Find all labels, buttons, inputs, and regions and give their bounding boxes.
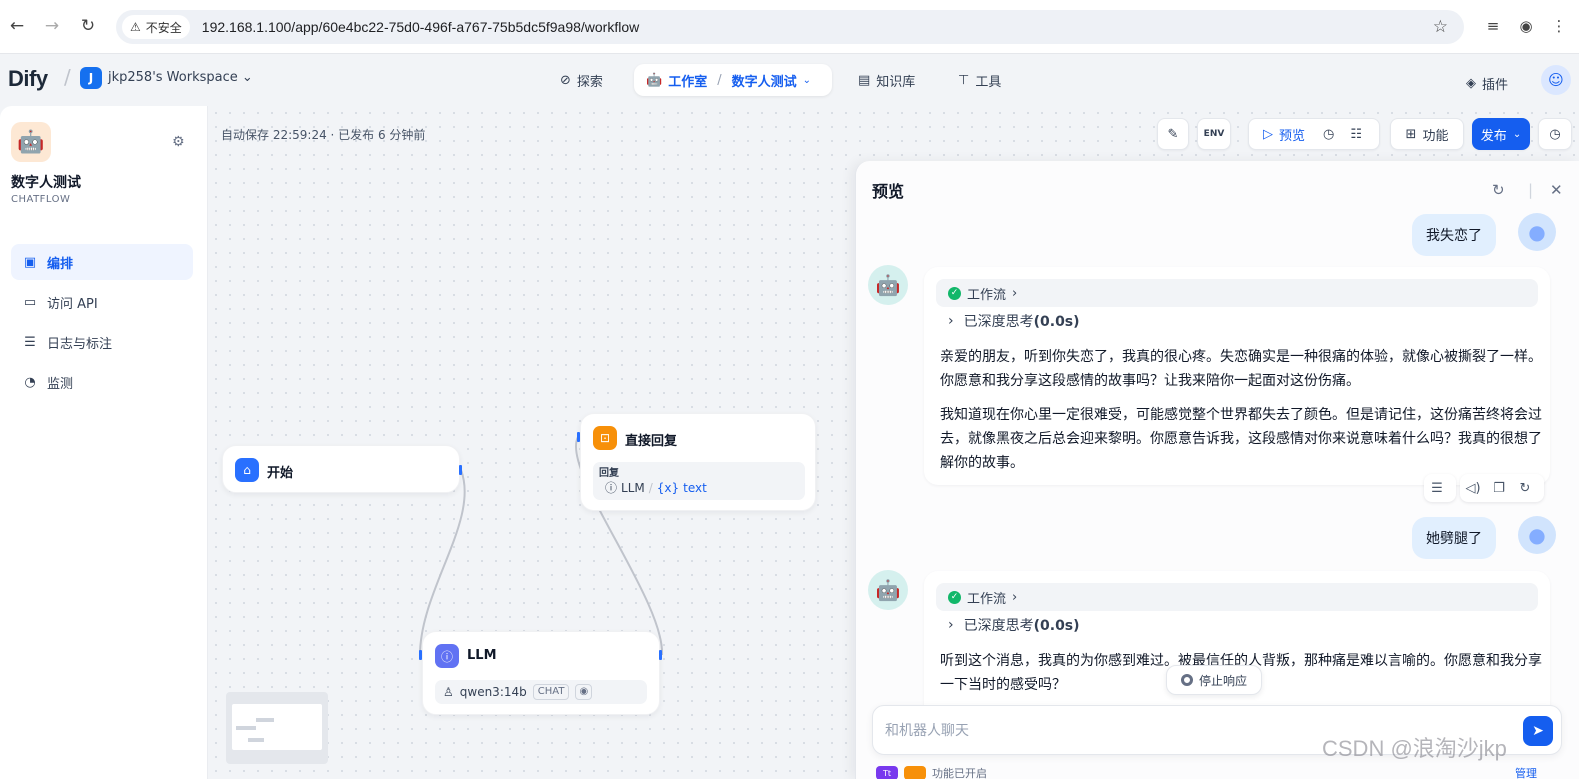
feature-icon [904, 766, 926, 779]
mode-badge: CHAT [532, 684, 570, 700]
watermark: CSDN @浪淘沙jkp [1322, 736, 1507, 761]
chevron-right-icon: › [948, 617, 954, 633]
refresh-icon[interactable]: ↻ [1492, 181, 1505, 199]
message-actions: ◁) ❐ ↻ [1460, 474, 1544, 502]
chevron-right-icon: › [1012, 285, 1018, 301]
thinking-toggle[interactable]: › 已深度思考(0.0s) [948, 311, 1080, 331]
feature-icon: Tt [876, 766, 898, 779]
preview-title: 预览 [872, 182, 905, 201]
llm-output-handle[interactable] [659, 650, 662, 660]
check-icon: ✓ [948, 590, 961, 604]
send-icon: ➤ [1532, 723, 1544, 739]
features-strip: Tt 功能已开启 [876, 765, 987, 779]
close-icon[interactable]: ✕ [1550, 181, 1563, 199]
thinking-toggle[interactable]: › 已深度思考(0.0s) [948, 615, 1080, 635]
node-start[interactable]: ⌂ 开始 [222, 445, 460, 493]
variable-reference: ⓘ LLM / {x} text [605, 480, 707, 496]
bot-message: ✓ 工作流 › › 已深度思考(0.0s) 亲爱的朋友，听到你失恋了，我真的很心… [924, 267, 1550, 485]
reply-input-handle[interactable] [577, 432, 580, 442]
reply-icon: ⊡ [593, 426, 617, 450]
send-button[interactable]: ➤ [1523, 716, 1553, 746]
eye-icon: ◉ [575, 684, 593, 700]
model-selector[interactable]: ♙ qwen3:14b CHAT ◉ [435, 680, 647, 704]
llm-icon: ⓘ [435, 644, 459, 668]
check-icon: ✓ [948, 286, 961, 300]
llm-input-handle[interactable] [419, 650, 422, 660]
annotation-action: ☰ [1424, 474, 1456, 502]
bot-avatar-icon: 🤖 [868, 265, 908, 305]
llm-small-icon: ⓘ [605, 481, 618, 495]
bot-avatar-icon: 🤖 [868, 570, 908, 610]
message-paragraph: 我知道现在你心里一定很难受，可能感觉整个世界都失去了颜色。但是请记住，这份痛苦终… [940, 407, 1542, 471]
user-message: 她劈腿了 [1412, 517, 1496, 559]
copy-icon[interactable]: ❐ [1486, 481, 1512, 496]
manage-link[interactable]: 管理 [1515, 765, 1537, 779]
node-direct-reply[interactable]: ⊡ 直接回复 回复 ⓘ LLM / {x} text [580, 413, 816, 511]
user-message: 我失恋了 [1412, 214, 1496, 256]
user-avatar-icon: ● [1518, 516, 1556, 554]
preview-panel: 预览 ↻ | ✕ 我失恋了 ● 🤖 ✓ 工作流 › › 已深度思考(0.0s) … [855, 161, 1579, 779]
workflow-status[interactable]: ✓ 工作流 › [936, 279, 1538, 307]
chevron-right-icon: › [948, 313, 954, 329]
message-paragraph: 亲爱的朋友，听到你失恋了，我真的很心疼。失恋确实是一种很痛的体验，就像心被撕裂了… [940, 349, 1542, 389]
user-avatar-icon: ● [1518, 213, 1556, 251]
regenerate-icon[interactable]: ↻ [1512, 481, 1538, 496]
chevron-right-icon: › [1012, 589, 1018, 605]
canvas-minimap[interactable] [226, 692, 328, 764]
home-icon: ⌂ [235, 458, 259, 482]
reply-field: 回复 ⓘ LLM / {x} text [593, 462, 805, 500]
stop-icon [1181, 674, 1193, 686]
note-icon[interactable]: ☰ [1424, 481, 1450, 496]
speaker-icon[interactable]: ◁) [1460, 481, 1486, 496]
node-llm[interactable]: ⓘ LLM ♙ qwen3:14b CHAT ◉ [422, 631, 660, 715]
stop-response-button[interactable]: 停止响应 [1166, 665, 1263, 695]
model-icon: ♙ [443, 685, 454, 699]
workflow-status[interactable]: ✓ 工作流 › [936, 583, 1538, 611]
start-output-handle[interactable] [459, 465, 462, 475]
